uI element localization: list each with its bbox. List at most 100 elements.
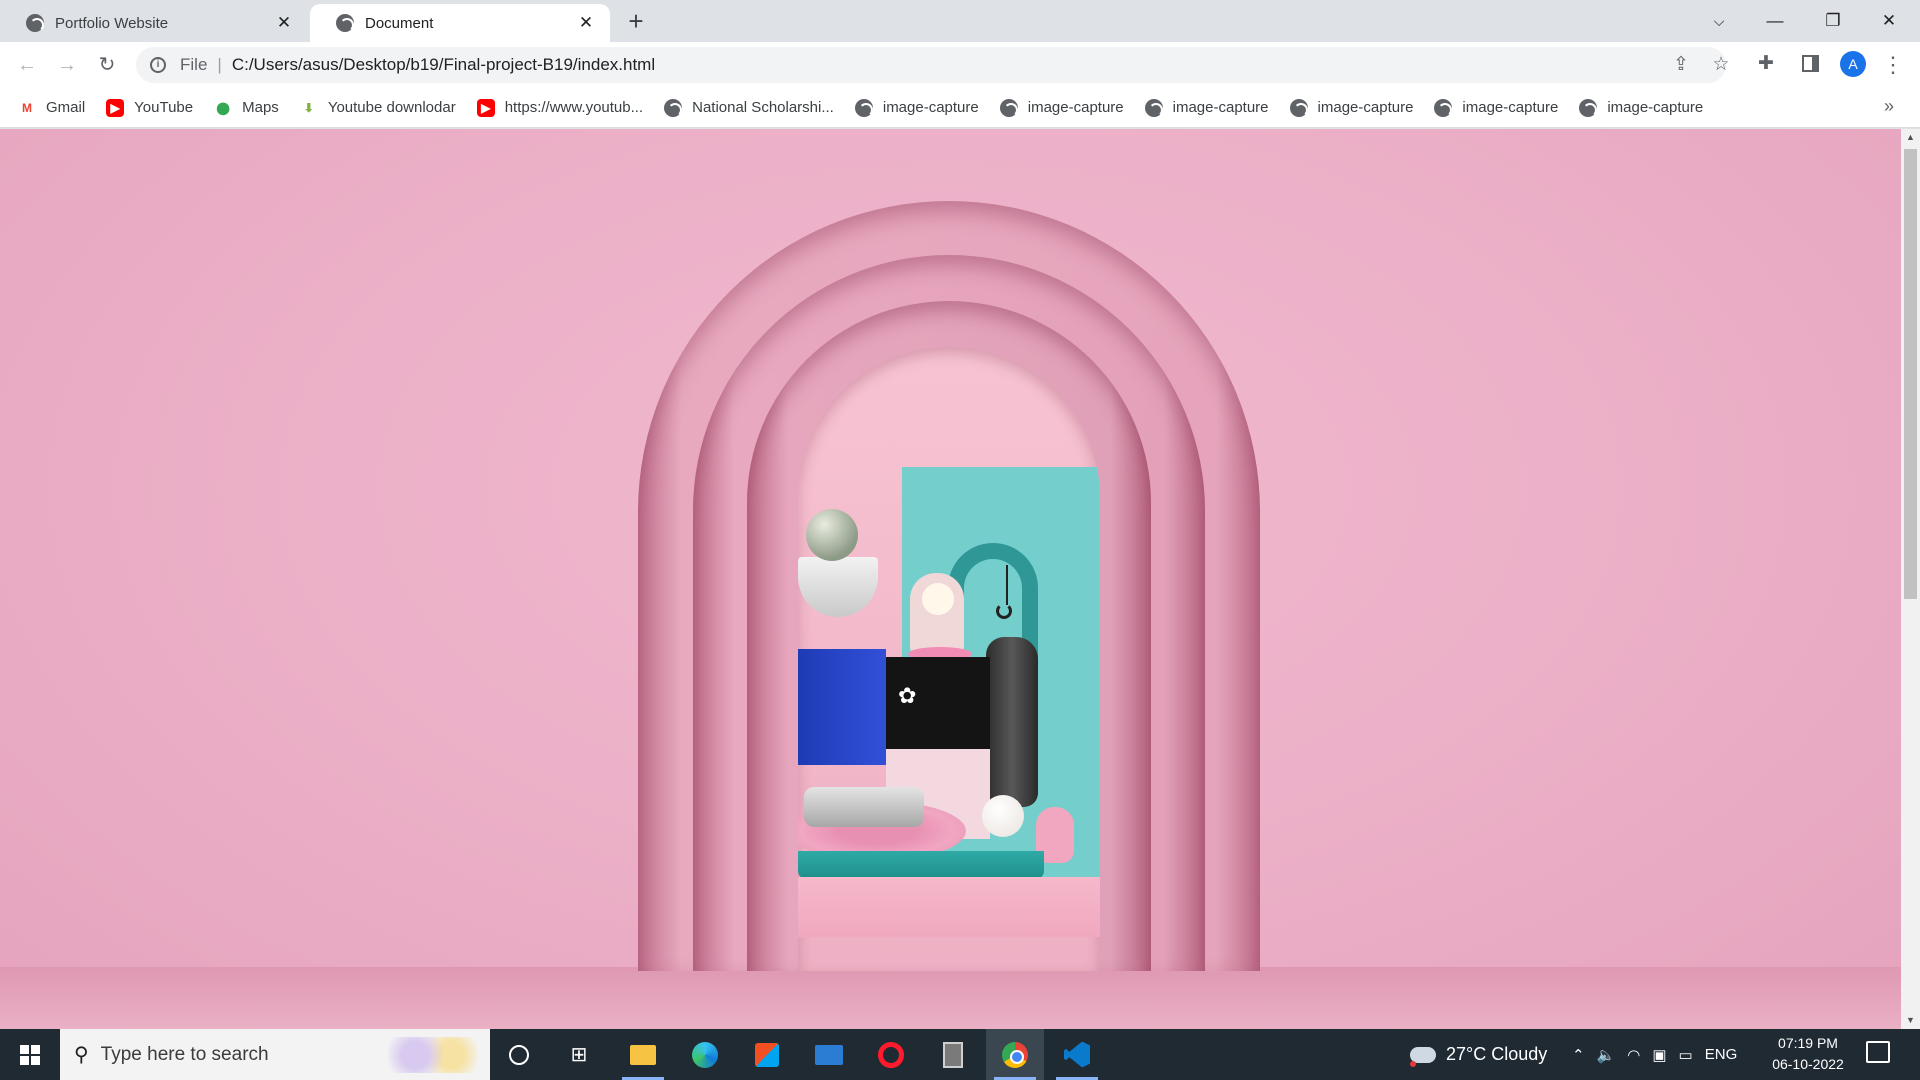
bookmark-youtube-url[interactable]: ▶ https://www.youtub... (476, 98, 644, 117)
share-icon[interactable]: ⇪ (1666, 47, 1696, 83)
vscode-button[interactable] (1048, 1029, 1106, 1080)
globe-icon (336, 14, 354, 32)
globe-icon (26, 14, 44, 32)
mail-button[interactable] (800, 1029, 858, 1080)
bookmark-label: image-capture (882, 99, 979, 116)
flower-icon: ✿ (898, 683, 917, 708)
system-tray: ⌃ 🔈 ◠ ▣ ▭ ENG (1572, 1029, 1749, 1080)
menu-icon[interactable]: ⋮ (1882, 51, 1904, 79)
chevron-up-icon[interactable]: ⌃ (1572, 1046, 1585, 1064)
minimize-button[interactable]: — (1752, 6, 1798, 36)
globe-icon (1289, 98, 1308, 117)
task-view-icon: ⊞ (570, 1044, 588, 1066)
tab-search-icon[interactable]: ⌵ (1696, 6, 1742, 36)
tab-portfolio-website[interactable]: Portfolio Website ✕ (0, 4, 308, 42)
bookmark-label: Maps (242, 99, 279, 116)
dark-rock (986, 637, 1038, 807)
bookmark-maps[interactable]: ⬤ Maps (214, 99, 279, 117)
bookmark-star-icon[interactable]: ☆ (1706, 47, 1736, 83)
bookmark-label: image-capture (1462, 99, 1559, 116)
windows-icon (20, 1044, 40, 1065)
bookmarks-bar: M Gmail ▶ YouTube ⬤ Maps ⬇ Youtube downlodar… (0, 88, 1920, 128)
volume-icon[interactable]: 🔈 (1597, 1046, 1616, 1064)
cortana-icon (509, 1044, 529, 1065)
bookmark-youtube-downloader[interactable]: ⬇ Youtube downlodar (300, 99, 456, 117)
maps-icon: ⬤ (216, 100, 230, 115)
silver-pillow (804, 787, 924, 827)
bookmark-image-capture[interactable]: image-capture (1289, 98, 1413, 117)
address-bar[interactable]: i File | C:/Users/asus/Desktop/b19/Final… (136, 47, 1730, 83)
extensions-icon[interactable]: ✚ (1758, 52, 1774, 75)
opera-button[interactable] (862, 1029, 920, 1080)
cortana-button[interactable] (490, 1029, 548, 1080)
calculator-button[interactable] (924, 1029, 982, 1080)
blue-block (798, 649, 886, 765)
scroll-down-arrow-icon[interactable]: ▼ (1901, 1012, 1920, 1029)
scheme-label: File (180, 55, 208, 74)
close-window-button[interactable]: ✕ (1866, 6, 1912, 36)
globe-icon (1434, 98, 1453, 117)
gmail-icon: M (22, 100, 32, 115)
globe-icon (1144, 98, 1163, 117)
tab-title: Document (365, 14, 434, 32)
bookmark-label: National Scholarshi... (692, 99, 834, 116)
weather-text: 27°C Cloudy (1446, 1044, 1548, 1064)
reload-button[interactable]: ↻ (92, 50, 122, 80)
start-button[interactable] (0, 1029, 60, 1080)
bookmark-image-capture[interactable]: image-capture (854, 98, 979, 117)
taskbar: ⚲ Type here to search ⊞ 27°C Cloudy ⌃ 🔈 … (0, 1029, 1920, 1080)
scroll-up-arrow-icon[interactable]: ▲ (1901, 129, 1920, 146)
pink-plinth (798, 877, 1100, 937)
edge-button[interactable] (676, 1029, 734, 1080)
bookmark-image-capture[interactable]: image-capture (999, 98, 1124, 117)
url-text[interactable]: C:/Users/asus/Desktop/b19/Final-project-… (232, 55, 655, 75)
mail-icon (815, 1044, 843, 1065)
close-tab-icon[interactable]: ✕ (576, 13, 596, 33)
youtube-icon: ▶ (106, 98, 125, 117)
vertical-scrollbar[interactable]: ▲ ▼ (1901, 129, 1920, 1029)
wifi-icon[interactable]: ◠ (1627, 1046, 1640, 1064)
bookmark-image-capture[interactable]: image-capture (1434, 98, 1559, 117)
browser-toolbar: ← → ↻ i File | C:/Users/asus/Desktop/b19… (0, 42, 1920, 88)
store-button[interactable] (738, 1029, 796, 1080)
task-view-button[interactable]: ⊞ (550, 1029, 608, 1080)
globe-icon (854, 98, 873, 117)
notification-icon[interactable] (1866, 1041, 1890, 1063)
chrome-button[interactable] (986, 1029, 1044, 1080)
bookmark-label: image-capture (1172, 99, 1269, 116)
bookmark-image-capture[interactable]: image-capture (1144, 98, 1269, 117)
weather-widget[interactable]: 27°C Cloudy (1410, 1029, 1547, 1080)
meet-now-icon[interactable]: ▣ (1652, 1046, 1666, 1064)
tab-document[interactable]: Document ✕ (310, 4, 610, 42)
close-tab-icon[interactable]: ✕ (274, 13, 294, 33)
bookmarks-overflow-button[interactable]: » (1884, 96, 1894, 117)
bookmark-label: YouTube (134, 99, 194, 116)
new-tab-button[interactable]: + (622, 8, 650, 36)
back-button[interactable]: ← (12, 50, 42, 80)
bookmark-national-scholarship[interactable]: National Scholarshi... (664, 98, 834, 117)
restore-button[interactable]: ❐ (1810, 6, 1856, 36)
cloud-icon (1410, 1046, 1436, 1067)
bookmark-image-capture[interactable]: image-capture (1579, 98, 1703, 117)
bookmark-label: Youtube downlodar (327, 99, 456, 116)
taskbar-search[interactable]: ⚲ Type here to search (60, 1029, 490, 1080)
clock[interactable]: 07:19 PM 06-10-2022 (1766, 1033, 1850, 1075)
battery-icon[interactable]: ▭ (1679, 1046, 1693, 1064)
globe-icon (664, 98, 683, 117)
vscode-icon (1064, 1041, 1090, 1068)
store-icon (755, 1042, 779, 1067)
side-panel-icon[interactable] (1802, 55, 1819, 72)
bookmark-label: https://www.youtub... (504, 99, 644, 116)
file-explorer-icon (630, 1044, 656, 1065)
info-icon[interactable]: i (150, 57, 166, 73)
profile-avatar[interactable]: A (1840, 51, 1866, 77)
file-explorer-button[interactable] (614, 1029, 672, 1080)
forward-button[interactable]: → (52, 50, 82, 80)
search-highlight-image (388, 1037, 478, 1073)
language-indicator[interactable]: ENG (1705, 1046, 1738, 1063)
scroll-thumb[interactable] (1904, 149, 1917, 599)
calculator-icon (943, 1041, 963, 1068)
edge-icon (692, 1041, 718, 1068)
bookmark-gmail[interactable]: M Gmail (18, 99, 85, 117)
bookmark-youtube[interactable]: ▶ YouTube (106, 98, 194, 117)
